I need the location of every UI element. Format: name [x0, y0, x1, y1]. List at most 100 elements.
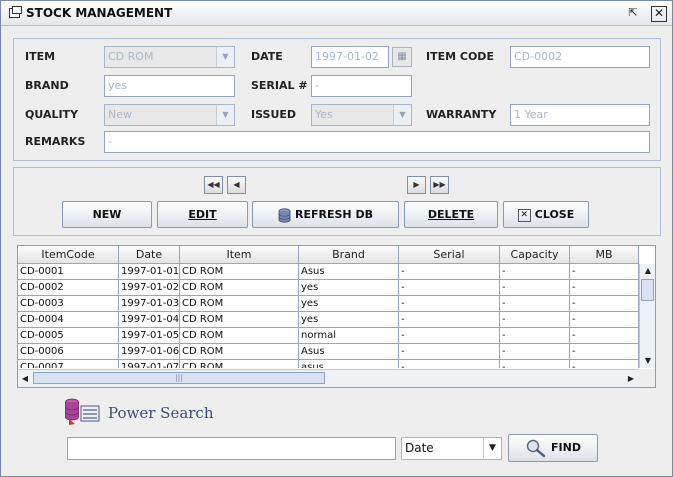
- serial-field[interactable]: -: [311, 75, 412, 97]
- table-cell: yes: [299, 296, 399, 312]
- column-header[interactable]: Date: [119, 246, 180, 263]
- column-header[interactable]: MB: [570, 246, 639, 263]
- delete-button-label: DELETE: [427, 208, 475, 221]
- scroll-right-icon[interactable]: ▶: [624, 370, 638, 387]
- table-cell: -: [570, 344, 639, 360]
- find-button-label: FIND: [551, 441, 581, 454]
- table-cell: -: [399, 264, 500, 280]
- table-cell: CD ROM: [180, 280, 299, 296]
- table-cell: 1997-01-07: [119, 360, 180, 368]
- calendar-icon[interactable]: ▦: [392, 47, 412, 67]
- table-row[interactable]: CD-0007 1997-01-07 CD ROM asus - - -: [18, 360, 639, 368]
- table-cell: CD-0003: [18, 296, 119, 312]
- table-row[interactable]: CD-0002 1997-01-02 CD ROM yes - - -: [18, 280, 639, 296]
- issued-value: Yes: [315, 108, 333, 121]
- search-input[interactable]: [67, 437, 396, 460]
- power-search-title: Power Search: [108, 404, 214, 422]
- table-row[interactable]: CD-0003 1997-01-03 CD ROM yes - - -: [18, 296, 639, 312]
- table-cell: CD ROM: [180, 344, 299, 360]
- scroll-up-icon[interactable]: ▲: [640, 264, 655, 278]
- table-cell: yes: [299, 312, 399, 328]
- search-field-value: Date: [405, 441, 434, 455]
- table-cell: CD-0002: [18, 280, 119, 296]
- scroll-down-icon[interactable]: ▼: [640, 354, 655, 368]
- window-title: STOCK MANAGEMENT: [26, 6, 173, 20]
- new-button[interactable]: NEW: [62, 201, 152, 228]
- next-record-icon[interactable]: ▶: [407, 176, 426, 194]
- table-cell: -: [570, 280, 639, 296]
- table-cell: asus: [299, 360, 399, 368]
- issued-label: ISSUED: [251, 108, 297, 121]
- table-cell: -: [500, 360, 570, 368]
- column-header[interactable]: Brand: [299, 246, 399, 263]
- close-button-label: CLOSE: [534, 208, 575, 221]
- scroll-left-icon[interactable]: ◀: [18, 370, 32, 387]
- table-cell: 1997-01-06: [119, 344, 180, 360]
- table-cell: 1997-01-04: [119, 312, 180, 328]
- vertical-scrollbar[interactable]: ▲ ▼: [639, 264, 655, 368]
- table-row[interactable]: CD-0006 1997-01-06 CD ROM Asus - - -: [18, 344, 639, 360]
- table-cell: CD ROM: [180, 296, 299, 312]
- table-cell: -: [500, 296, 570, 312]
- new-button-label: NEW: [92, 208, 122, 221]
- close-box-icon: ✕: [517, 208, 531, 222]
- table-cell: yes: [299, 280, 399, 296]
- date-label: DATE: [251, 50, 283, 63]
- table-row[interactable]: CD-0001 1997-01-01 CD ROM Asus - - -: [18, 264, 639, 280]
- table-row[interactable]: CD-0004 1997-01-04 CD ROM yes - - -: [18, 312, 639, 328]
- horizontal-scroll-thumb[interactable]: |||: [33, 372, 325, 384]
- close-button[interactable]: ✕ CLOSE: [503, 201, 589, 228]
- table-cell: -: [500, 344, 570, 360]
- item-code-label: ITEM CODE: [426, 50, 494, 63]
- magnifier-icon: [526, 439, 546, 458]
- remarks-label: REMARKS: [25, 135, 86, 148]
- find-button[interactable]: FIND: [508, 434, 598, 462]
- brand-label: BRAND: [25, 79, 69, 92]
- delete-button[interactable]: DELETE: [404, 201, 498, 228]
- table-body: CD-0001 1997-01-01 CD ROM Asus - - - CD-0002 199…: [18, 264, 639, 368]
- warranty-label: WARRANTY: [426, 108, 497, 121]
- table-cell: CD ROM: [180, 360, 299, 368]
- table-cell: -: [399, 344, 500, 360]
- quality-value: New: [108, 108, 132, 121]
- date-field[interactable]: 1997-01-02: [311, 46, 389, 68]
- title-bar[interactable]: STOCK MANAGEMENT ⇱ ✕: [1, 1, 672, 26]
- vertical-scroll-thumb[interactable]: [641, 279, 654, 301]
- refresh-db-button[interactable]: REFRESH DB: [252, 201, 399, 228]
- table-cell: -: [399, 296, 500, 312]
- table-cell: CD-0001: [18, 264, 119, 280]
- table-cell: 1997-01-05: [119, 328, 180, 344]
- horizontal-scrollbar[interactable]: ◀ ||| ▶: [18, 369, 639, 387]
- column-header[interactable]: ItemCode: [18, 246, 119, 263]
- column-header[interactable]: Capacity: [500, 246, 570, 263]
- item-label: ITEM: [25, 50, 56, 63]
- column-header[interactable]: Serial: [399, 246, 500, 263]
- quality-combo[interactable]: New ▼: [104, 104, 235, 126]
- item-combo[interactable]: CD ROM ▼: [104, 46, 235, 68]
- quality-label: QUALITY: [25, 108, 79, 121]
- table-cell: -: [399, 360, 500, 368]
- brand-field[interactable]: yes: [104, 75, 235, 97]
- table-row[interactable]: CD-0005 1997-01-05 CD ROM normal - - -: [18, 328, 639, 344]
- stock-table[interactable]: ItemCode Date Item Brand Serial Capacity…: [17, 245, 656, 388]
- chevron-down-icon: ▼: [483, 438, 501, 458]
- issued-combo[interactable]: Yes ▼: [311, 104, 412, 126]
- column-header[interactable]: Item: [180, 246, 299, 263]
- item-code-field[interactable]: CD-0002: [510, 46, 650, 68]
- table-cell: -: [570, 360, 639, 368]
- table-cell: -: [399, 280, 500, 296]
- stock-management-window: STOCK MANAGEMENT ⇱ ✕ ITEM CD ROM ▼ DATE …: [0, 0, 673, 477]
- first-record-icon[interactable]: ◀◀: [204, 176, 223, 194]
- edit-button[interactable]: EDIT: [157, 201, 248, 228]
- previous-record-icon[interactable]: ◀: [227, 176, 246, 194]
- restore-icon[interactable]: ⇱: [626, 6, 640, 20]
- close-icon[interactable]: ✕: [651, 6, 667, 22]
- last-record-icon[interactable]: ▶▶: [430, 176, 449, 194]
- table-cell: -: [500, 312, 570, 328]
- warranty-field[interactable]: 1 Year: [510, 104, 650, 126]
- search-field-select[interactable]: Date ▼: [401, 437, 502, 460]
- scroll-corner: [639, 369, 655, 387]
- remarks-field[interactable]: -: [104, 131, 650, 153]
- table-cell: CD-0007: [18, 360, 119, 368]
- table-cell: -: [399, 312, 500, 328]
